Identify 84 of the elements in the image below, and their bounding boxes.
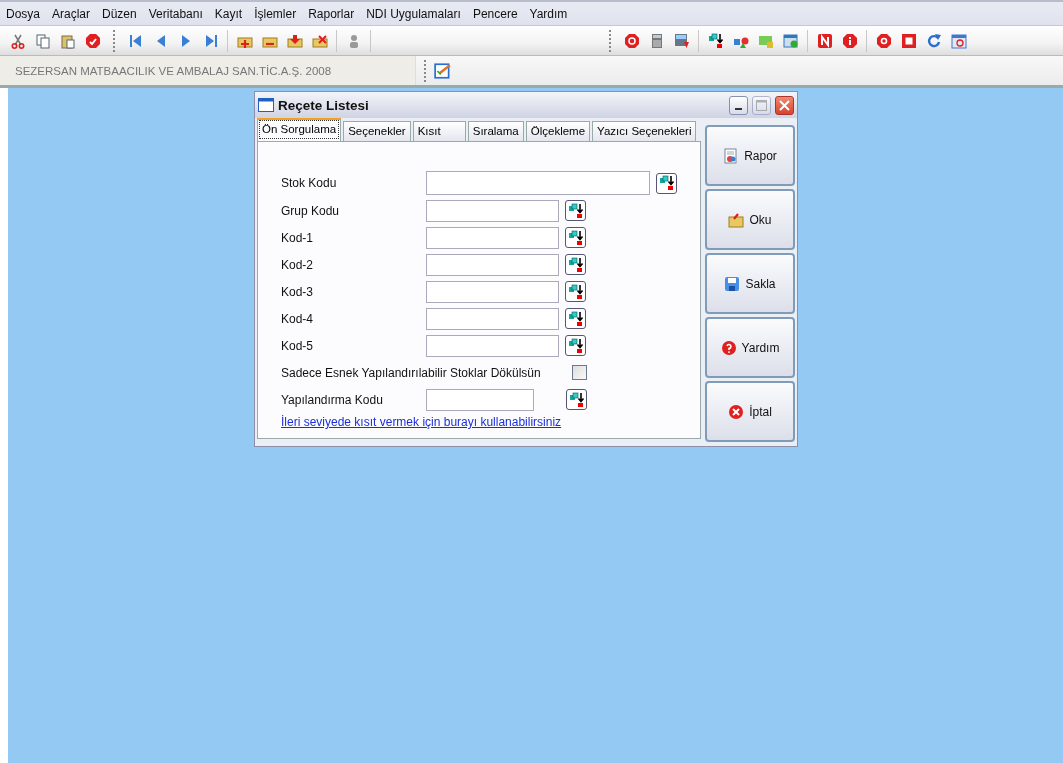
- cancel-button[interactable]: İptal: [705, 381, 795, 442]
- menu-item[interactable]: Dosya: [0, 6, 46, 21]
- tab[interactable]: Sıralama: [467, 121, 524, 141]
- tab[interactable]: Ölçekleme: [525, 121, 591, 141]
- tab[interactable]: Kısıt: [412, 121, 466, 141]
- square-icon[interactable]: [900, 32, 917, 49]
- menu-item[interactable]: Araçlar: [46, 6, 97, 21]
- checkbox[interactable]: [572, 365, 587, 380]
- menu-item[interactable]: İşlemler: [248, 6, 303, 21]
- close-icon: [779, 99, 790, 111]
- field-label: Stok Kodu: [281, 176, 338, 190]
- cancel-icon: [728, 403, 745, 420]
- minimize-icon: [735, 108, 742, 110]
- lookup-icon: [567, 229, 584, 246]
- lookup-button[interactable]: [565, 227, 586, 248]
- input-field[interactable]: [426, 171, 650, 195]
- input-field[interactable]: [426, 199, 559, 222]
- first-record-icon[interactable]: [127, 32, 144, 49]
- folder-icon: [728, 211, 745, 228]
- field-label: Sadece Esnek Yapılandırılabilir Stoklar Dökülsün: [281, 365, 542, 380]
- menu-item[interactable]: Pencere: [466, 6, 524, 21]
- folder-delete-icon[interactable]: [311, 32, 328, 49]
- lookup-button[interactable]: [566, 389, 587, 410]
- lookup-button[interactable]: [565, 308, 586, 329]
- calendar-clock-icon[interactable]: [782, 32, 799, 49]
- field-label: Kod-5: [281, 338, 315, 353]
- stop-icon[interactable]: [875, 32, 892, 49]
- field-label: Grup Kodu: [281, 203, 341, 218]
- read-button[interactable]: Oku: [705, 189, 795, 250]
- close-button[interactable]: [775, 95, 794, 115]
- menu-item[interactable]: Düzen: [96, 6, 143, 21]
- field-label: Kod-2: [281, 257, 315, 272]
- lookup-icon: [567, 310, 584, 327]
- report-icon: [723, 147, 740, 164]
- stop-sign-icon[interactable]: [84, 32, 101, 49]
- company-name: SEZERSAN MATBAACILIK VE AMBALAJ SAN.TİC.A.Ş. 2008: [0, 56, 416, 85]
- folder-down-arrow-icon[interactable]: [286, 32, 303, 49]
- tab[interactable]: Seçenekler: [343, 121, 411, 141]
- maximize-icon: [756, 99, 767, 111]
- info-icon[interactable]: [841, 32, 858, 49]
- lookup-button[interactable]: [656, 172, 677, 194]
- lookup-icon: [567, 256, 584, 273]
- lookup-icon: [568, 391, 585, 408]
- input-field[interactable]: [426, 226, 559, 249]
- tab[interactable]: Ön Sorgulama: [257, 118, 342, 141]
- save-icon: [724, 275, 741, 292]
- window-title: Reçete Listesi: [278, 97, 370, 113]
- report-button[interactable]: Rapor: [705, 125, 795, 186]
- lookup-button[interactable]: [565, 335, 586, 356]
- tab[interactable]: Yazıcı Seçenekleri: [592, 121, 697, 141]
- paste-icon[interactable]: [59, 32, 76, 49]
- field-label: Yapılandırma Kodu: [281, 392, 384, 407]
- lookup-button[interactable]: [565, 281, 586, 302]
- lookup-button[interactable]: [565, 254, 586, 275]
- lookup-icon: [658, 175, 675, 191]
- edit-icon[interactable]: [434, 61, 452, 80]
- field-label: Kod-1: [281, 230, 315, 245]
- lookup-icon: [567, 337, 584, 354]
- help-button[interactable]: Yardım: [705, 317, 795, 378]
- field-label: Kod-4: [281, 311, 315, 326]
- lookup-icon: [567, 202, 584, 219]
- input-field[interactable]: [426, 388, 534, 411]
- window-icon: [258, 98, 274, 112]
- input-field[interactable]: [426, 334, 559, 357]
- save-button[interactable]: Sakla: [705, 253, 795, 314]
- copy-icon[interactable]: [34, 32, 51, 49]
- minimize-button[interactable]: [729, 95, 748, 115]
- letter-n-icon[interactable]: [816, 32, 833, 49]
- cut-icon[interactable]: [9, 32, 26, 49]
- input-field[interactable]: [426, 280, 559, 303]
- field-label: Kod-3: [281, 284, 315, 299]
- menu-item[interactable]: NDI Uygulamaları: [360, 6, 467, 21]
- refresh-icon[interactable]: [925, 32, 942, 49]
- menu-item[interactable]: Raporlar: [302, 6, 361, 21]
- calendar-icon[interactable]: [950, 32, 967, 49]
- input-field[interactable]: [426, 253, 559, 276]
- lookup-icon: [567, 283, 584, 300]
- lookup-button[interactable]: [565, 200, 586, 221]
- advanced-filter-link[interactable]: İleri seviyede kısıt vermek için burayı kullanabilirsiniz: [281, 415, 562, 429]
- menu-item[interactable]: Kayıt: [208, 6, 249, 21]
- lookup-icon[interactable]: [707, 32, 724, 49]
- input-field[interactable]: [426, 307, 559, 330]
- menu-item[interactable]: Yardım: [523, 6, 574, 21]
- menu-item[interactable]: Veritabanı: [142, 6, 209, 21]
